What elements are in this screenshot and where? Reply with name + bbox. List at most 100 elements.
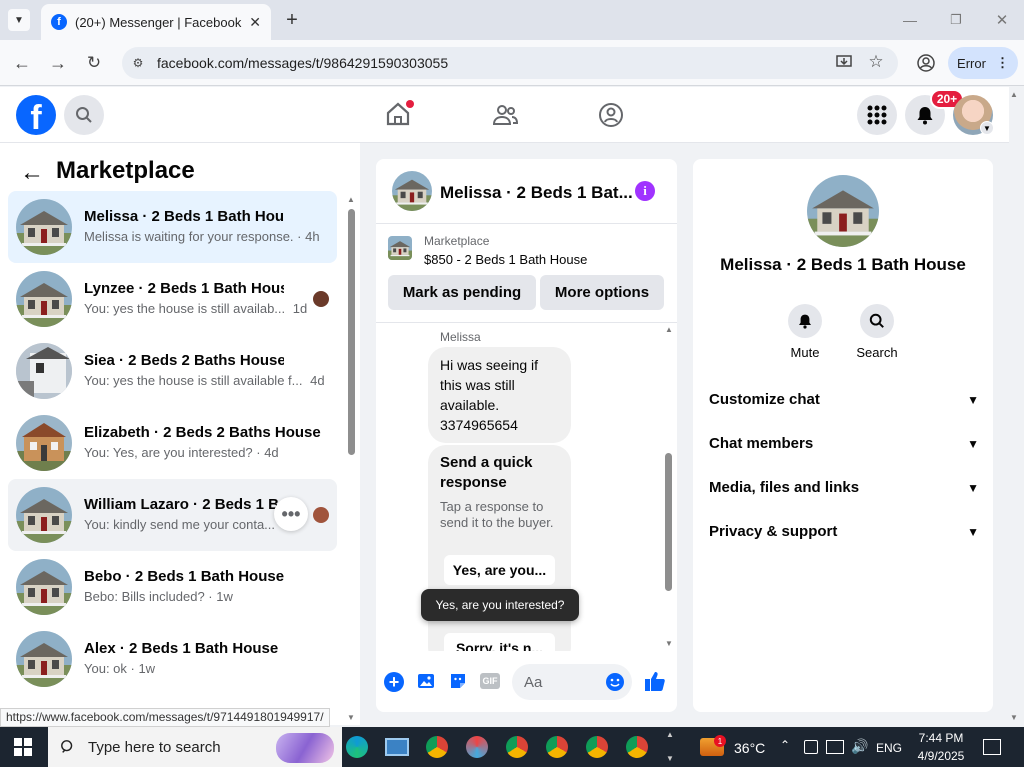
customize-chat-section[interactable]: Customize chat ▼: [709, 391, 979, 408]
chrome-profile-icon[interactable]: [546, 736, 568, 758]
media-files-links-section[interactable]: Media, files and links ▼: [709, 479, 979, 496]
conversation-item[interactable]: Alex · 2 Beds 1 Bath House You: ok · 1w: [8, 623, 337, 695]
paint-app-icon[interactable]: [466, 736, 488, 758]
menu-button[interactable]: [857, 95, 897, 135]
forward-button[interactable]: →: [46, 52, 70, 74]
search-button[interactable]: [64, 95, 104, 135]
close-window-button[interactable]: ✕: [988, 8, 1016, 32]
conversation-name: Melissa · 2 Beds 1 Bath House: [84, 208, 284, 225]
conversation-item[interactable]: William Lazaro · 2 Beds 1 Bath You: kind…: [8, 479, 337, 551]
network-icon[interactable]: [826, 740, 844, 754]
new-tab-button[interactable]: +: [280, 8, 304, 32]
chrome-icon[interactable]: [426, 736, 448, 758]
chevron-down-icon: ▼: [967, 524, 979, 539]
windows-start-icon[interactable]: [14, 738, 32, 756]
url-text[interactable]: facebook.com/messages/t/9864291590303055: [157, 55, 448, 71]
weather-temperature[interactable]: 36°C: [734, 740, 765, 756]
listing-title[interactable]: $850 - 2 Beds 1 Bath House: [424, 252, 587, 267]
gif-icon[interactable]: GIF: [480, 673, 500, 689]
chat-title[interactable]: Melissa · 2 Beds 1 Bat...: [440, 183, 633, 203]
scroll-down-icon[interactable]: ▼: [347, 713, 355, 722]
search-in-chat-button[interactable]: [860, 304, 894, 338]
restore-window-button[interactable]: ❐: [942, 8, 970, 32]
info-icon[interactable]: i: [635, 181, 655, 201]
conversation-options-button[interactable]: •••: [274, 497, 308, 531]
scroll-up-icon[interactable]: ▲: [665, 325, 673, 334]
notification-center-icon[interactable]: [983, 739, 1001, 755]
listing-thumbnail: [16, 415, 72, 471]
listing-avatar[interactable]: [807, 175, 879, 247]
scroll-up-icon[interactable]: ▲: [347, 195, 355, 204]
thumbs-up-icon[interactable]: [644, 670, 666, 692]
search-label: Search: [856, 345, 898, 360]
taskbar-scroll-up-icon[interactable]: ▲: [666, 730, 674, 739]
chrome-profile-icon[interactable]: [586, 736, 608, 758]
scroll-down-icon[interactable]: ▼: [665, 639, 673, 648]
listing-thumbnail: [16, 271, 72, 327]
taskbar-search-placeholder: Type here to search: [88, 739, 221, 756]
thread-scrollbar[interactable]: ▲ ▼: [663, 325, 675, 651]
section-label: Media, files and links: [709, 479, 860, 496]
quick-reply-button[interactable]: Sorry, it's n...: [444, 633, 555, 651]
message-bubble[interactable]: Hi was seeing if this was still availabl…: [428, 347, 571, 443]
speaker-icon[interactable]: 🔊: [851, 738, 868, 755]
taskbar-search-box[interactable]: Type here to search: [48, 727, 342, 767]
edge-browser-icon[interactable]: [346, 736, 368, 758]
privacy-support-section[interactable]: Privacy & support ▼: [709, 523, 979, 540]
listing-thumbnail: [388, 236, 412, 260]
quick-reply-button[interactable]: Yes, are you...: [444, 555, 555, 585]
page-scroll-up-icon[interactable]: ▲: [1010, 90, 1018, 99]
conversation-list-scrollbar[interactable]: ▲ ▼: [344, 195, 358, 725]
sticker-icon[interactable]: [448, 671, 468, 691]
clock-date[interactable]: 4/9/2025: [911, 749, 971, 763]
bookmark-star-icon[interactable]: ☆: [866, 52, 886, 72]
site-info-icon[interactable]: ⚙: [130, 55, 146, 71]
chrome-profile-icon[interactable]: [626, 736, 648, 758]
groups-icon: [599, 103, 623, 127]
back-button[interactable]: ←: [10, 52, 34, 74]
taskbar-scroll-down-icon[interactable]: ▼: [666, 754, 674, 763]
reload-button[interactable]: ↻: [82, 52, 106, 74]
scrollbar-thumb[interactable]: [348, 209, 355, 455]
scrollbar-thumb[interactable]: [665, 453, 672, 591]
profile-icon[interactable]: [916, 53, 936, 73]
conversation-item[interactable]: Melissa · 2 Beds 1 Bath House Melissa is…: [8, 191, 337, 263]
mark-as-pending-button[interactable]: Mark as pending: [388, 275, 536, 310]
install-app-icon[interactable]: [836, 54, 852, 70]
facebook-logo[interactable]: f: [16, 95, 56, 137]
clock-time[interactable]: 7:44 PM: [918, 731, 964, 745]
friends-nav-button[interactable]: [491, 101, 519, 129]
conversation-item[interactable]: Lynzee · 2 Beds 1 Bath House You: yes th…: [8, 263, 337, 335]
file-explorer-icon[interactable]: [385, 738, 409, 756]
back-arrow-button[interactable]: ←: [18, 159, 46, 187]
message-sender: Melissa: [440, 330, 481, 344]
conversation-item[interactable]: Siea · 2 Beds 2 Baths House You: yes the…: [8, 335, 337, 407]
add-attachment-icon[interactable]: +: [384, 672, 404, 692]
chat-info-panel: Melissa · 2 Beds 1 Bath House Mute Searc…: [693, 159, 993, 712]
profile-error-button[interactable]: Error ⋮: [948, 47, 1018, 79]
home-nav-button[interactable]: [384, 100, 414, 128]
tab-list-button[interactable]: ▼: [8, 9, 30, 31]
language-indicator[interactable]: ENG: [876, 741, 902, 755]
chat-members-section[interactable]: Chat members ▼: [709, 435, 979, 452]
conversation-item[interactable]: Elizabeth · 2 Beds 2 Baths House You: Ye…: [8, 407, 337, 479]
page-title: Marketplace: [56, 157, 195, 184]
account-chevron-icon[interactable]: ▼: [980, 121, 994, 135]
meet-now-icon[interactable]: [804, 740, 818, 754]
section-label: Customize chat: [709, 391, 820, 408]
mute-button[interactable]: [788, 304, 822, 338]
chat-avatar[interactable]: [392, 171, 432, 211]
groups-nav-button[interactable]: [597, 101, 625, 129]
minimize-window-button[interactable]: —: [896, 8, 924, 32]
page-scroll-down-icon[interactable]: ▼: [1010, 713, 1018, 722]
chevron-down-icon: ▼: [14, 14, 24, 26]
conversation-name: Siea · 2 Beds 2 Baths House: [84, 352, 284, 369]
chrome-profile-icon[interactable]: [506, 736, 528, 758]
browser-tab[interactable]: f (20+) Messenger | Facebook ✕: [41, 4, 271, 40]
photo-icon[interactable]: [416, 671, 436, 691]
conversation-item[interactable]: Bebo · 2 Beds 1 Bath House Bebo: Bills i…: [8, 551, 337, 623]
more-options-button[interactable]: More options: [540, 275, 664, 310]
tray-chevron-up-icon[interactable]: ⌃: [780, 738, 790, 752]
close-tab-icon[interactable]: ✕: [249, 14, 261, 31]
emoji-icon[interactable]: [605, 672, 625, 692]
